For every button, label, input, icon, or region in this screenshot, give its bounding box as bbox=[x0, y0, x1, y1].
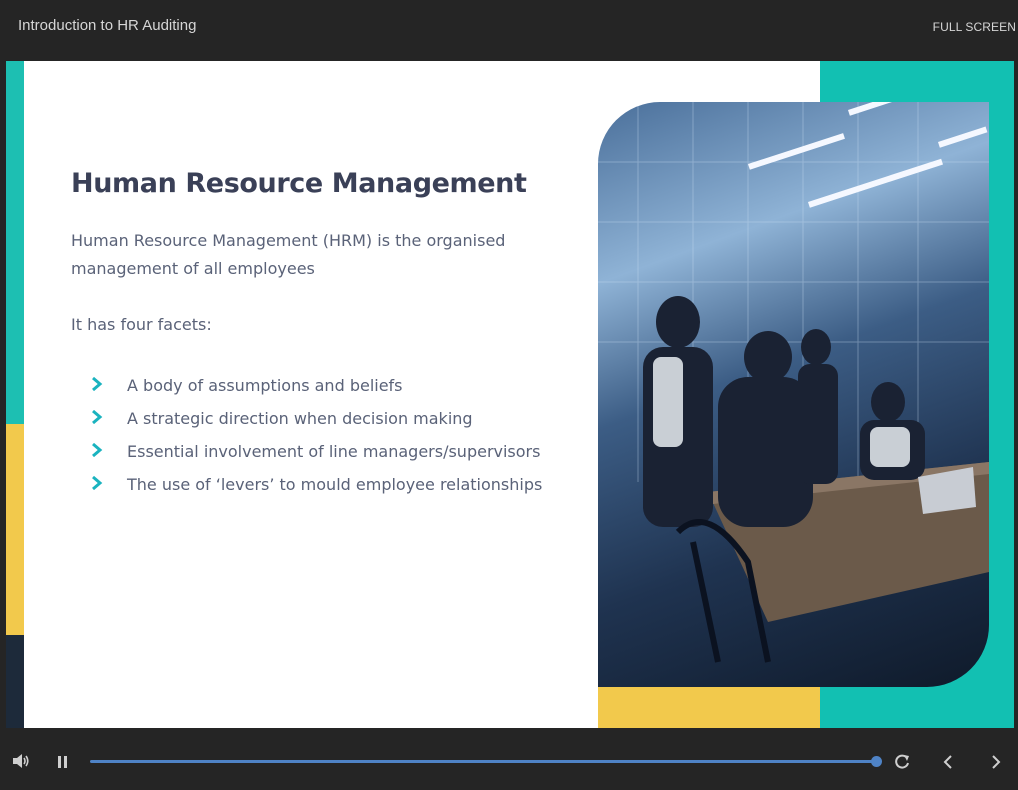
office-meeting-illustration bbox=[598, 102, 989, 663]
list-item: A strategic direction when decision maki… bbox=[91, 402, 542, 435]
slide: Human Resource Management Human Resource… bbox=[6, 61, 1014, 728]
list-item: Essential involvement of line managers/s… bbox=[91, 435, 542, 468]
accent-stripe-teal bbox=[6, 61, 24, 424]
course-title: Introduction to HR Auditing bbox=[18, 17, 197, 34]
progress-bar[interactable] bbox=[90, 760, 877, 763]
decor-block-yellow bbox=[598, 681, 820, 728]
bullet-text: A strategic direction when decision maki… bbox=[127, 409, 473, 428]
bullet-text: Essential involvement of line managers/s… bbox=[127, 442, 541, 461]
list-item: A body of assumptions and beliefs bbox=[91, 369, 542, 402]
chevron-right-icon bbox=[91, 376, 127, 395]
list-item: The use of ‘levers’ to mould employee re… bbox=[91, 468, 542, 501]
office-meeting-photo bbox=[598, 102, 989, 687]
accent-stripe-yellow bbox=[6, 424, 24, 635]
chevron-right-icon[interactable] bbox=[988, 753, 1004, 776]
bullet-text: A body of assumptions and beliefs bbox=[127, 376, 403, 395]
replay-icon[interactable] bbox=[893, 753, 911, 776]
facets-label: It has four facets: bbox=[71, 315, 212, 334]
player-header: Introduction to HR Auditing FULL SCREEN bbox=[0, 0, 1018, 61]
bullet-text: The use of ‘levers’ to mould employee re… bbox=[127, 475, 543, 494]
chevron-right-icon bbox=[91, 442, 127, 461]
fullscreen-button[interactable]: FULL SCREEN bbox=[933, 20, 1016, 34]
progress-handle[interactable] bbox=[871, 756, 882, 767]
chevron-left-icon[interactable] bbox=[940, 753, 956, 776]
pause-icon[interactable] bbox=[56, 754, 70, 775]
accent-stripe-navy bbox=[6, 635, 24, 728]
facets-list: A body of assumptions and beliefs A stra… bbox=[91, 369, 542, 501]
player-controls bbox=[0, 728, 1018, 790]
volume-icon[interactable] bbox=[11, 752, 31, 775]
chevron-right-icon bbox=[91, 475, 127, 494]
chevron-right-icon bbox=[91, 409, 127, 428]
slide-heading: Human Resource Management bbox=[71, 168, 527, 199]
slide-intro: Human Resource Management (HRM) is the o… bbox=[71, 231, 506, 278]
